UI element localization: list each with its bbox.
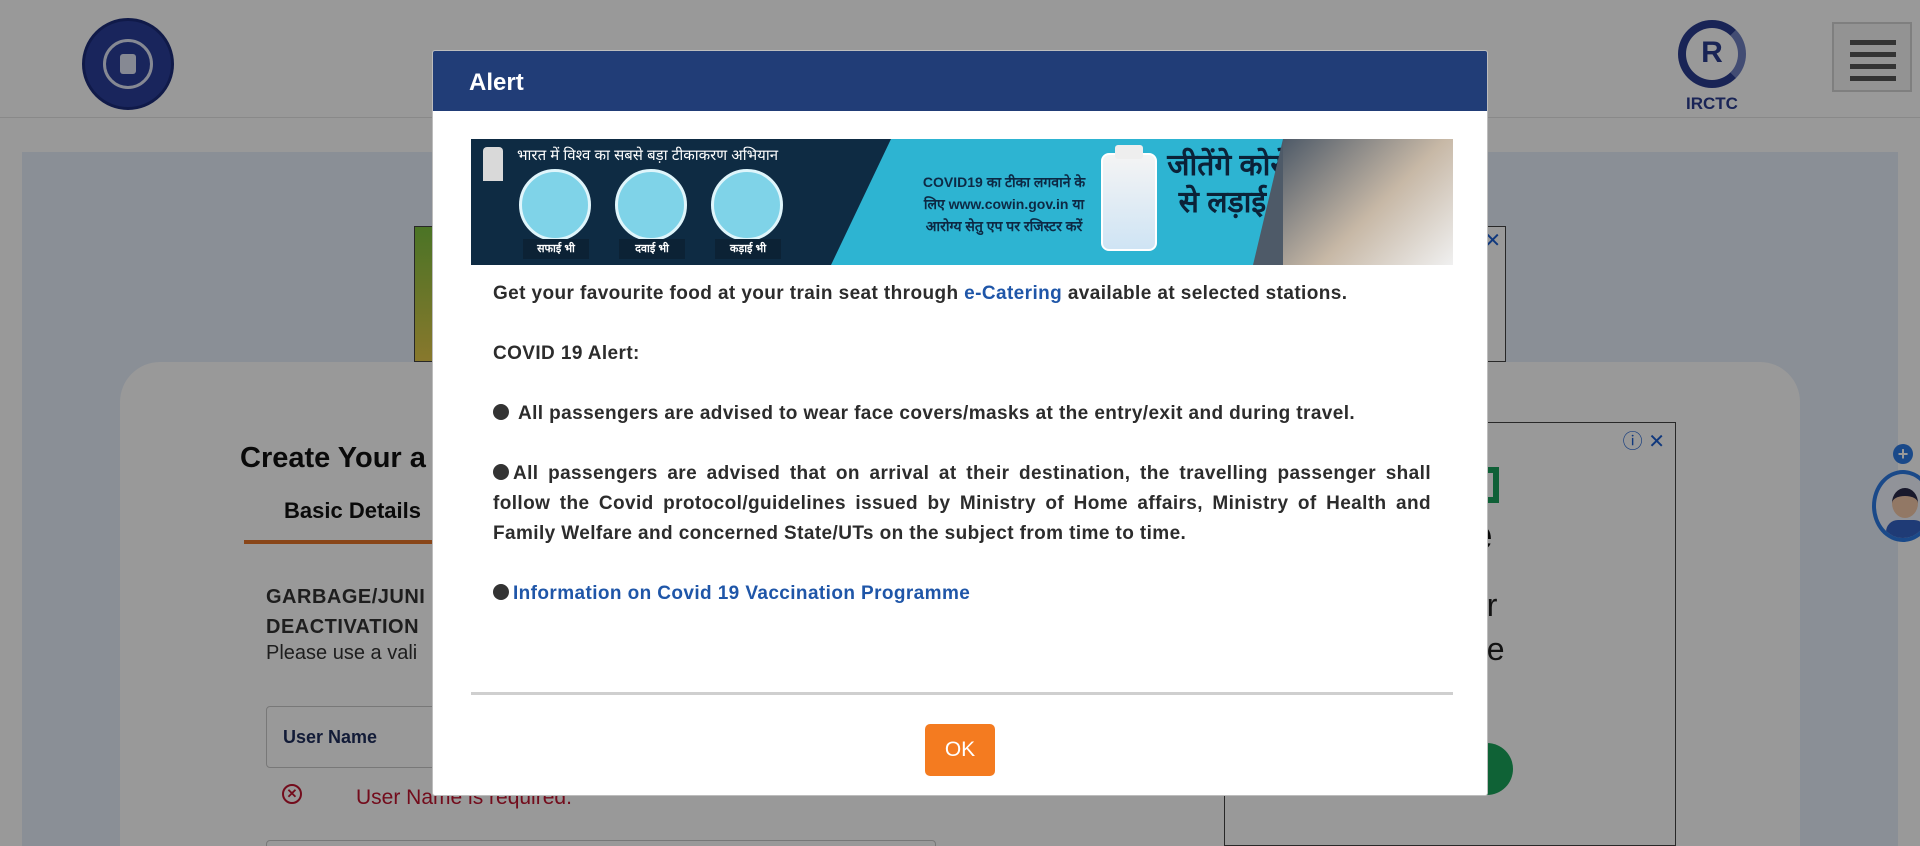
bullet-icon xyxy=(493,404,509,420)
ecatering-link[interactable]: e-Catering xyxy=(964,283,1062,304)
medicine-icon xyxy=(615,169,687,241)
bullet-icon xyxy=(493,584,509,600)
distancing-icon xyxy=(711,169,783,241)
bullet-icon xyxy=(493,464,509,480)
banner-caption-1: सफाई भी xyxy=(523,239,589,259)
national-emblem-icon xyxy=(483,147,503,181)
banner-headline: भारत में विश्व का सबसे बड़ा टीकाकरण अभिय… xyxy=(517,147,779,164)
modal-divider xyxy=(471,692,1453,695)
vaccination-banner[interactable]: भारत में विश्व का सबसे बड़ा टीकाकरण अभिय… xyxy=(471,139,1453,265)
covid-heading: COVID 19 Alert: xyxy=(493,343,640,364)
ok-button[interactable]: OK xyxy=(925,724,995,776)
modal-header: Alert xyxy=(433,51,1487,111)
vaccination-link[interactable]: Information on Covid 19 Vaccination Prog… xyxy=(513,583,970,604)
modal-body: Get your favourite food at your train se… xyxy=(493,279,1431,609)
vaccine-vial-icon xyxy=(1101,145,1157,251)
vaccination-photo xyxy=(1253,139,1453,265)
banner-register-text: COVID19 का टीका लगवाने के लिए www.cowin.… xyxy=(922,174,1086,234)
ecatering-paragraph: Get your favourite food at your train se… xyxy=(493,283,1348,304)
covid-bullet-2: All passengers are advised that on arriv… xyxy=(493,463,1431,544)
covid-bullet-1: All passengers are advised to wear face … xyxy=(493,399,1431,429)
vaccination-bullet: Information on Covid 19 Vaccination Prog… xyxy=(493,579,1431,609)
banner-caption-2: दवाई भी xyxy=(619,239,685,259)
banner-caption-3: कड़ाई भी xyxy=(715,239,781,259)
modal-title: Alert xyxy=(469,69,524,96)
alert-modal: Alert भारत में विश्व का सबसे बड़ा टीकाकर… xyxy=(432,50,1488,796)
sanitizer-icon xyxy=(519,169,591,241)
